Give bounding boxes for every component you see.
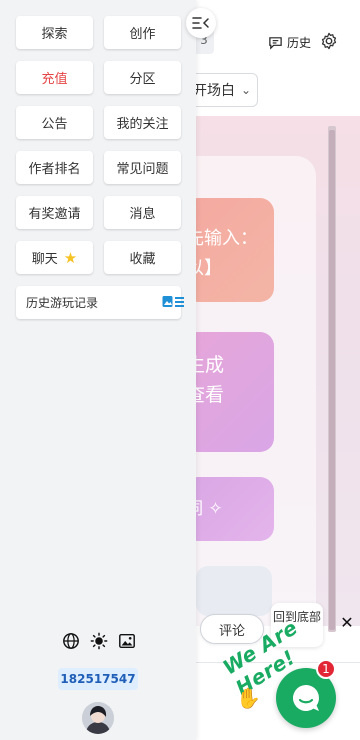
menu-following[interactable]: 我的关注 xyxy=(104,106,181,139)
image-icon[interactable] xyxy=(118,632,136,650)
select-value: 开场白 xyxy=(193,83,235,99)
card-line: 查看 xyxy=(186,384,225,406)
collapse-menu-icon xyxy=(192,17,209,29)
feature-card-empty xyxy=(196,566,272,616)
sun-icon[interactable] xyxy=(90,632,108,650)
scrollbar-thumb[interactable] xyxy=(329,130,335,630)
waving-hand-icon: ✋ xyxy=(236,686,261,710)
bottom-toolbar xyxy=(62,630,136,652)
drawer-toggle-button[interactable] xyxy=(186,8,216,38)
menu-invite-rewards[interactable]: 有奖邀请 xyxy=(16,196,93,229)
avatar-image xyxy=(82,702,114,734)
menu-messages[interactable]: 消息 xyxy=(104,196,181,229)
menu-author-ranking[interactable]: 作者排名 xyxy=(16,151,93,184)
card-line: 生成 xyxy=(186,354,225,376)
card-line: 以】 xyxy=(186,258,222,279)
feature-card-input[interactable]: 先输入： 以】 xyxy=(184,198,274,302)
card-line: 先输入： xyxy=(186,228,258,249)
menu-recharge[interactable]: 充值 xyxy=(16,61,93,94)
menu-chat[interactable]: 聊天 ★ xyxy=(16,241,93,274)
avatar[interactable] xyxy=(82,702,114,734)
history-label: 历史 xyxy=(287,35,312,50)
opening-select[interactable]: 开场白 ⌄ xyxy=(188,73,258,107)
chat-unread-badge: 1 xyxy=(316,659,336,679)
chevron-down-icon: ⌄ xyxy=(241,83,252,97)
user-id-badge: 182517547 xyxy=(58,668,138,690)
play-history-label: 历史游玩记录 xyxy=(26,296,99,310)
menu-categories[interactable]: 分区 xyxy=(104,61,181,94)
feature-card-generate[interactable]: 生成 查看 xyxy=(184,332,274,452)
chat-icon xyxy=(292,685,319,711)
play-history-button[interactable]: 历史游玩记录 xyxy=(16,286,184,319)
close-icon[interactable]: ✕ xyxy=(338,614,356,632)
globe-icon[interactable] xyxy=(62,632,80,650)
history-button[interactable]: 历史 xyxy=(268,32,311,52)
menu-announcements[interactable]: 公告 xyxy=(16,106,93,139)
gear-icon[interactable] xyxy=(320,32,338,50)
menu-favorites[interactable]: 收藏 xyxy=(104,241,181,274)
image-list-icon xyxy=(162,296,184,307)
side-drawer: 探索 创作 充值 分区 公告 我的关注 作者排名 常见问题 有奖邀请 消息 聊天… xyxy=(0,0,196,740)
menu-create[interactable]: 创作 xyxy=(104,16,181,49)
star-icon: ★ xyxy=(63,248,78,267)
chat-history-icon xyxy=(269,36,282,50)
feature-card-prompt[interactable]: 词 ✧ xyxy=(184,477,274,541)
menu-faq[interactable]: 常见问题 xyxy=(104,151,181,184)
menu-explore[interactable]: 探索 xyxy=(16,16,93,49)
card-line: 词 ✧ xyxy=(186,499,223,519)
menu-grid: 探索 创作 充值 分区 公告 我的关注 作者排名 常见问题 有奖邀请 消息 聊天… xyxy=(16,16,181,274)
menu-chat-label: 聊天 xyxy=(31,252,58,267)
